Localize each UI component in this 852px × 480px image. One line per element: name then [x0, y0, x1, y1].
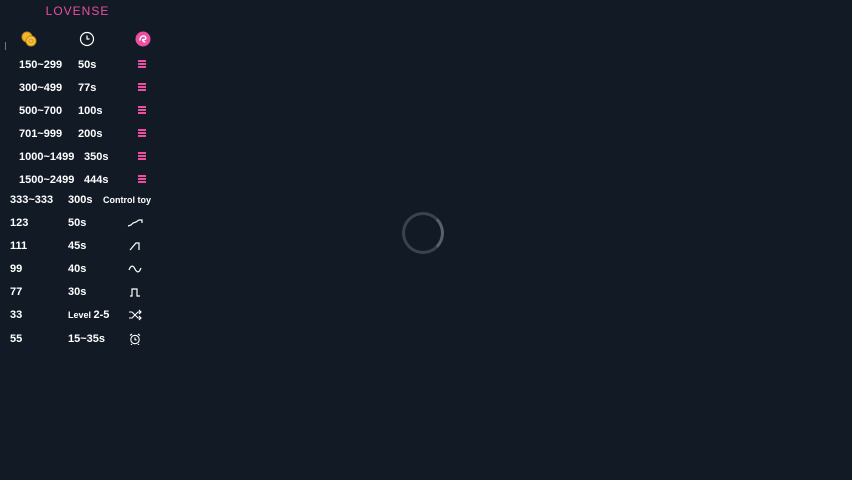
lovense-logo: LOVENSE	[45, 4, 110, 18]
level-row-5: 1000~1499 350s	[19, 148, 155, 166]
level-prefix: Level	[68, 310, 92, 320]
vibration-level-icon	[138, 152, 146, 162]
tip-menu-panel: LOVENSE 150~299 50s 300~499 77s 500~700 …	[0, 0, 155, 350]
pattern-row-1: 123 50s	[10, 214, 155, 232]
level-row-4: 701~999 200s	[19, 125, 155, 143]
tip-duration: 50s	[68, 217, 87, 229]
control-toy-row: 333~333 300s Control toy	[10, 191, 155, 209]
tip-amount: 99	[10, 263, 23, 275]
sine-pattern-icon	[128, 265, 142, 273]
vibration-level-icon	[138, 83, 146, 93]
level-row-2: 300~499 77s	[19, 79, 155, 97]
level-range: 2-5	[93, 309, 110, 321]
vibration-level-icon	[138, 175, 146, 185]
tip-amount: 1000~1499	[19, 151, 75, 163]
control-toy-label: Control toy	[103, 195, 151, 205]
tip-level: Level 2-5	[68, 306, 109, 324]
tip-duration: 30s	[68, 286, 87, 298]
tip-amount: 300~499	[19, 82, 63, 94]
tip-amount: 333~333	[10, 194, 54, 206]
tip-amount: 150~299	[19, 59, 63, 71]
tip-amount: 123	[10, 217, 29, 229]
tip-amount: 55	[10, 333, 23, 345]
pattern-row-6: 55 15~35s	[10, 330, 155, 348]
alarm-clock-icon	[129, 333, 141, 345]
wave-pattern-icon	[127, 219, 143, 227]
tip-duration: 77s	[78, 82, 97, 94]
level-row-3: 500~700 100s	[19, 102, 155, 120]
pattern-row-4: 77 30s	[10, 283, 155, 301]
vibration-level-icon	[138, 60, 146, 70]
square-pulse-pattern-icon	[130, 288, 140, 297]
tip-duration: 50s	[78, 59, 97, 71]
tip-duration: 200s	[78, 128, 103, 140]
level-row-6: 1500~2499 444s	[19, 171, 155, 189]
coins-icon	[21, 31, 37, 47]
tip-duration: 444s	[84, 174, 109, 186]
table-header	[0, 31, 155, 49]
tip-amount: 1500~2499	[19, 174, 75, 186]
tip-duration: 40s	[68, 263, 87, 275]
clock-icon	[79, 31, 95, 47]
loading-spinner	[402, 212, 444, 254]
tip-amount: 33	[10, 309, 23, 321]
pattern-row-5: 33 Level 2-5	[10, 306, 155, 324]
tip-duration: 100s	[78, 105, 103, 117]
tip-duration: 45s	[68, 240, 87, 252]
shuffle-icon	[129, 309, 142, 321]
tip-amount: 111	[10, 240, 28, 252]
tip-duration: 300s	[68, 194, 93, 206]
tip-duration: 15~35s	[68, 333, 106, 345]
tip-amount: 500~700	[19, 105, 63, 117]
level-row-1: 150~299 50s	[19, 56, 155, 74]
tip-amount: 701~999	[19, 128, 63, 140]
lovense-toy-icon	[135, 31, 151, 47]
pattern-row-3: 99 40s	[10, 260, 155, 278]
pulse-up-pattern-icon	[129, 242, 140, 251]
tip-duration: 350s	[84, 151, 109, 163]
pattern-row-2: 111 45s	[10, 237, 155, 255]
tip-amount: 77	[10, 286, 23, 298]
vibration-level-icon	[138, 129, 146, 139]
vibration-level-icon	[138, 106, 146, 116]
